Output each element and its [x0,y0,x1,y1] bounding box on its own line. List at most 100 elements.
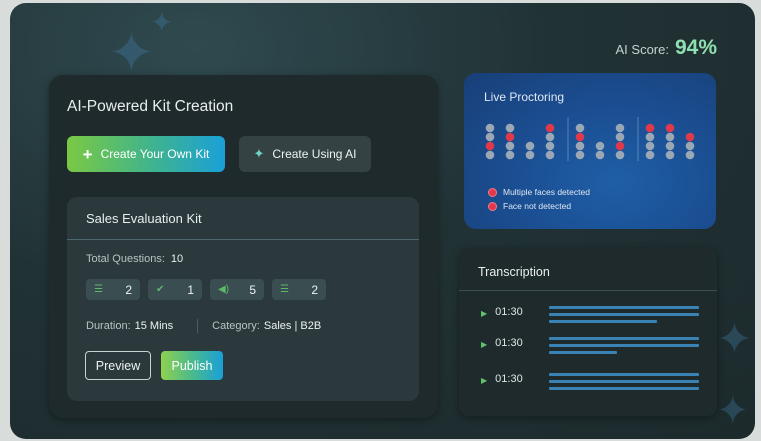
face-dot [595,141,605,151]
transcription-card: Transcription ▶ 01:30 ▶ 01:30 ▶ 01:30 [459,248,717,416]
text-line [549,337,700,340]
meta-separator [197,319,199,333]
chip-count: 2 [311,282,318,297]
proctoring-legend: Multiple faces detected Face not detecte… [488,187,590,215]
face-dot [505,123,515,133]
divider [459,290,717,291]
chip-count: 2 [125,282,132,297]
face-dot [545,141,555,151]
total-questions-value: 10 [170,253,184,265]
face-dot [595,150,605,160]
face-dot [645,132,655,142]
ai-sparkle-icon: ✦ [253,146,265,161]
face-dot [505,141,515,151]
transcript-time: 01:30 [495,337,523,349]
kit-title: Sales Evaluation Kit [86,211,202,226]
transcript-time: 01:30 [495,373,523,385]
create-own-kit-label: Create Your Own Kit [100,147,210,161]
flagged-face-dot [505,132,515,142]
play-icon[interactable]: ▶ [481,309,487,318]
text-line [549,313,700,316]
plus-icon: + [82,144,93,164]
transcript-row[interactable]: ▶ 01:30 [481,337,700,358]
chip-count: 1 [187,282,194,297]
kit-creation-title: AI-Powered Kit Creation [67,98,234,115]
flagged-face-dot [665,123,675,133]
text-line [549,373,700,376]
total-questions-label: Total Questions: [86,253,165,265]
text-line [549,380,700,383]
play-icon[interactable]: ▶ [481,340,487,349]
kit-summary-card: Sales Evaluation Kit Total Questions: 10 … [67,197,419,401]
face-dot [485,123,495,133]
play-icon[interactable]: ▶ [481,376,487,385]
publish-button[interactable]: Publish [161,351,223,380]
sparkle-icon: ✦ [108,21,155,84]
face-dot [685,141,695,151]
text-line [549,306,700,309]
category-label: Category: [212,320,260,332]
face-dot [615,123,625,133]
text-line [549,351,618,354]
face-dot [525,150,535,160]
flagged-face-dot [615,141,625,151]
audio-icon: ◀) [218,284,230,295]
list-icon: ☰ [280,284,289,295]
ai-score-label: AI Score: [615,42,669,57]
flagged-face-dot [545,123,555,133]
question-chip-check: ✔ 1 [148,279,202,300]
create-using-ai-button[interactable]: ✦ Create Using AI [239,136,371,172]
transcript-text-lines [549,373,700,394]
transcript-text-lines [549,337,700,358]
preview-button[interactable]: Preview [85,351,151,380]
sparkle-icon: ✦ [150,7,174,38]
legend-label: Face not detected [503,201,572,211]
duration-value: 15 Mins [134,320,174,332]
face-dot [645,141,655,151]
list-icon: ☰ [94,284,103,295]
proctoring-face-grid [485,117,695,161]
total-questions: Total Questions: 10 [86,253,183,265]
face-dot [685,150,695,160]
legend-item: Multiple faces detected [488,187,590,197]
face-dot [545,150,555,160]
face-dot [575,150,585,160]
face-dot [485,132,495,142]
question-chip-list: ☰ 2 [86,279,140,300]
text-line [549,344,700,347]
flagged-face-dot [575,132,585,142]
legend-label: Multiple faces detected [503,187,590,197]
face-dot [615,150,625,160]
create-own-kit-button[interactable]: + Create Your Own Kit [67,136,225,172]
app-frame: ✦ ✦ ✦ ✦ AI Score: 94% AI-Powered Kit Cre… [10,3,755,439]
check-doc-icon: ✔ [156,284,165,295]
category-value: Sales | B2B [263,320,322,332]
question-chip-list: ☰ 2 [272,279,326,300]
question-type-chips: ☰ 2 ✔ 1 ◀) 5 ☰ 2 [86,279,326,300]
sparkle-icon: ✦ [716,315,753,364]
divider [67,239,419,240]
alert-dot-icon [488,201,497,211]
kit-creation-card: AI-Powered Kit Creation + Create Your Ow… [49,75,438,418]
face-dot [615,132,625,142]
face-dot [525,141,535,151]
flagged-face-dot [645,123,655,133]
transcription-title: Transcription [478,265,550,279]
flagged-face-dot [685,132,695,142]
duration-label: Duration: [86,320,131,332]
transcript-row[interactable]: ▶ 01:30 [481,373,700,394]
create-using-ai-label: Create Using AI [272,147,357,161]
transcript-time: 01:30 [495,306,523,318]
face-dot [665,141,675,151]
face-dot [575,123,585,133]
ai-score: AI Score: 94% [616,36,718,60]
question-chip-audio: ◀) 5 [210,279,264,300]
text-line [549,320,658,323]
face-dot [505,150,515,160]
live-proctoring-card: Live Proctoring Multiple faces detected … [464,73,716,229]
face-dot [665,150,675,160]
transcript-row[interactable]: ▶ 01:30 [481,306,700,327]
transcript-text-lines [549,306,700,327]
sparkle-icon: ✦ [716,389,750,433]
text-line [549,387,700,390]
